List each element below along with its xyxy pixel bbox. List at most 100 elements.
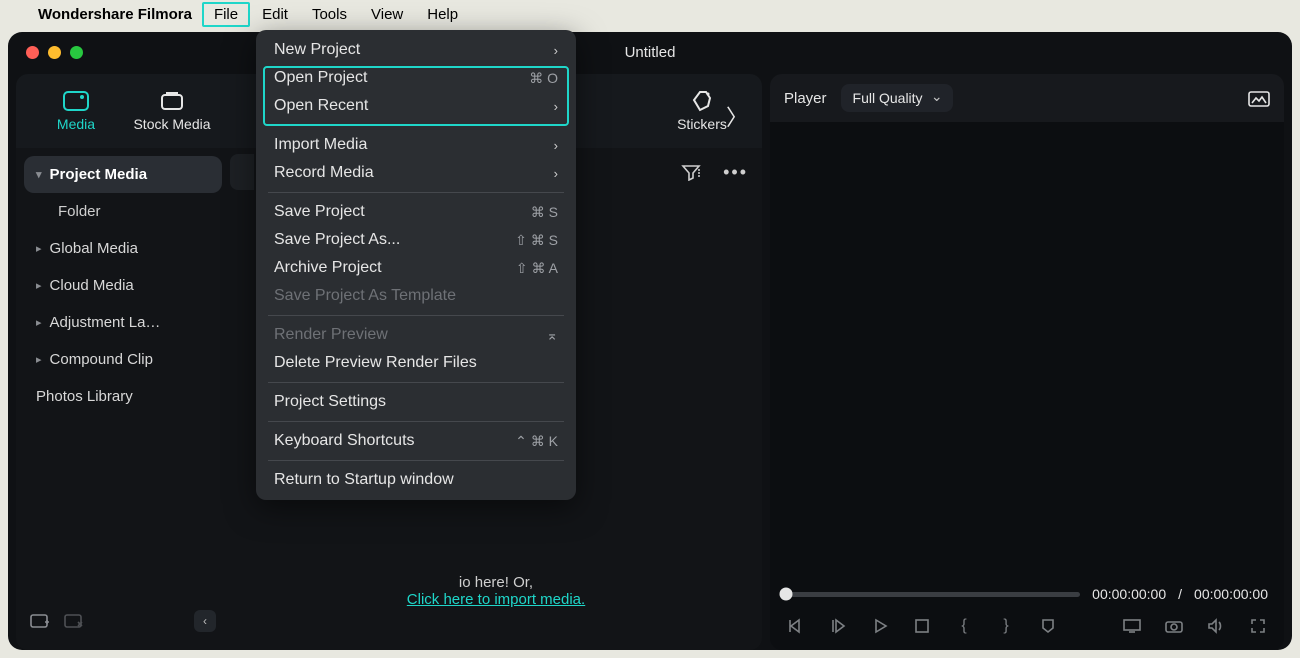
menu-item-label: Project Settings xyxy=(274,393,386,411)
prev-frame-icon[interactable] xyxy=(786,616,806,636)
quality-select[interactable]: Full Quality xyxy=(841,84,953,112)
window-controls xyxy=(26,46,83,59)
menu-item-label: Save Project xyxy=(274,203,365,221)
tab-label: Stickers xyxy=(677,116,727,132)
menu-item-label: Render Preview xyxy=(274,326,388,344)
close-window-button[interactable] xyxy=(26,46,39,59)
menu-view[interactable]: View xyxy=(359,2,415,27)
menu-item-label: Return to Startup window xyxy=(274,471,454,489)
window-title: Untitled xyxy=(8,44,1292,61)
stop-icon[interactable] xyxy=(912,616,932,636)
import-media-link[interactable]: Click here to import media. xyxy=(407,591,585,608)
time-separator: / xyxy=(1178,586,1182,602)
stickers-icon xyxy=(689,90,715,112)
minimize-window-button[interactable] xyxy=(48,46,61,59)
submenu-arrow-icon: › xyxy=(554,166,558,181)
menu-item-label: Open Recent xyxy=(274,97,368,115)
delete-folder-icon[interactable] xyxy=(64,612,84,630)
menu-item[interactable]: Open Recent › xyxy=(256,92,576,120)
more-options-icon[interactable]: ••• xyxy=(723,162,748,183)
menu-item[interactable]: Record Media › xyxy=(256,159,576,187)
menu-separator xyxy=(268,460,564,461)
app-name[interactable]: Wondershare Filmora xyxy=(28,6,202,23)
volume-icon[interactable] xyxy=(1206,616,1226,636)
sidebar-item[interactable]: ▸Compound Clip xyxy=(24,341,222,378)
menu-tools[interactable]: Tools xyxy=(300,2,359,27)
menu-item[interactable]: Project Settings xyxy=(256,388,576,416)
marker-icon[interactable] xyxy=(1038,616,1058,636)
display-icon[interactable] xyxy=(1122,616,1142,636)
menu-file[interactable]: File xyxy=(202,2,250,27)
chevron-icon: ▸ xyxy=(36,353,42,366)
menu-item[interactable]: Return to Startup window xyxy=(256,466,576,494)
sidebar-item-label: Project Media xyxy=(50,166,148,183)
tab-label: Media xyxy=(57,116,95,132)
tab-label: Stock Media xyxy=(133,116,210,132)
new-folder-icon[interactable] xyxy=(30,612,50,630)
sidebar-item[interactable]: ▸Adjustment La… xyxy=(24,304,222,341)
chevron-icon: ▸ xyxy=(36,279,42,292)
menu-shortcut: ⌘ O xyxy=(529,70,558,87)
menu-item[interactable]: New Project› xyxy=(256,36,576,64)
player-header: Player Full Quality xyxy=(770,74,1284,122)
submenu-arrow-icon: › xyxy=(554,138,558,153)
playhead-thumb[interactable] xyxy=(780,588,793,601)
fullscreen-icon[interactable] xyxy=(1248,616,1268,636)
sidebar-item[interactable]: ▸ Cloud Media xyxy=(24,267,222,304)
menu-item-label: New Project xyxy=(274,41,360,59)
submenu-arrow-icon: › xyxy=(554,99,558,114)
menu-shortcut: ⌘ S xyxy=(531,204,558,221)
app-window: Untitled Media Stock Media xyxy=(8,32,1292,650)
sidebar-item[interactable]: ▾Project Media xyxy=(24,156,222,193)
menu-item[interactable]: Archive Project⇧ ⌘ A xyxy=(256,254,576,282)
mark-out-icon[interactable]: } xyxy=(996,616,1016,636)
chevron-icon: ▸ xyxy=(36,242,42,255)
sidebar-item[interactable]: Photos Library xyxy=(24,378,222,415)
sidebar-item-label: Adjustment La… xyxy=(50,314,161,331)
file-menu-dropdown: New Project›Open Project⌘ OOpen Recent›I… xyxy=(256,30,576,500)
menu-item[interactable]: Save Project As...⇧ ⌘ S xyxy=(256,226,576,254)
fullscreen-window-button[interactable] xyxy=(70,46,83,59)
step-back-icon[interactable] xyxy=(828,616,848,636)
collapse-sidebar-button[interactable]: ‹ xyxy=(194,610,216,632)
menu-separator xyxy=(268,382,564,383)
menu-item[interactable]: Delete Preview Render Files xyxy=(256,349,576,377)
tab-media[interactable]: Media xyxy=(28,90,124,132)
menu-item[interactable]: Save Project ⌘ S xyxy=(256,198,576,226)
menu-item[interactable]: Keyboard Shortcuts ⌃ ⌘ K xyxy=(256,427,576,455)
menu-item-label: Keyboard Shortcuts xyxy=(274,432,415,450)
menu-item-label: Import Media xyxy=(274,136,367,154)
playhead-slider[interactable] xyxy=(786,592,1080,597)
menu-help[interactable]: Help xyxy=(415,2,470,27)
sidebar-item-label: Cloud Media xyxy=(50,277,134,294)
sidebar-item-label: Photos Library xyxy=(36,388,133,405)
filter-icon[interactable] xyxy=(681,163,701,181)
menu-shortcut: ⌃ ⌘ K xyxy=(515,433,558,450)
menu-item: Render Preview⌅ xyxy=(256,321,576,349)
search-input[interactable] xyxy=(230,154,254,190)
sidebar-item-label: Folder xyxy=(58,203,101,220)
sidebar-item[interactable]: ▸ Global Media xyxy=(24,230,222,267)
tabs-more-icon[interactable]: 〉 xyxy=(726,100,748,132)
camera-icon[interactable] xyxy=(1164,616,1184,636)
system-menubar: Wondershare Filmora File Edit Tools View… xyxy=(0,0,1300,28)
menu-shortcut: ⇧ ⌘ S xyxy=(515,232,558,249)
menu-item[interactable]: Import Media › xyxy=(256,131,576,159)
preview-area xyxy=(770,122,1284,580)
menu-item[interactable]: Open Project⌘ O xyxy=(256,64,576,92)
menu-edit[interactable]: Edit xyxy=(250,2,300,27)
menu-separator xyxy=(268,192,564,193)
mark-in-icon[interactable]: { xyxy=(954,616,974,636)
play-icon[interactable] xyxy=(870,616,890,636)
player-label: Player xyxy=(784,90,827,107)
menu-item-label: Delete Preview Render Files xyxy=(274,354,477,372)
tab-stock-media[interactable]: Stock Media xyxy=(124,90,220,132)
menu-separator xyxy=(268,421,564,422)
menu-item-label: Record Media xyxy=(274,164,374,182)
sidebar-item[interactable]: Folder xyxy=(24,193,222,230)
media-sidebar: ▾Project Media Folder ▸ Global Media ▸ Cloud … xyxy=(16,148,230,650)
menu-item-label: Archive Project xyxy=(274,259,382,277)
menu-separator xyxy=(268,315,564,316)
sidebar-item-label: Global Media xyxy=(50,240,138,257)
snapshot-icon[interactable] xyxy=(1248,89,1270,107)
